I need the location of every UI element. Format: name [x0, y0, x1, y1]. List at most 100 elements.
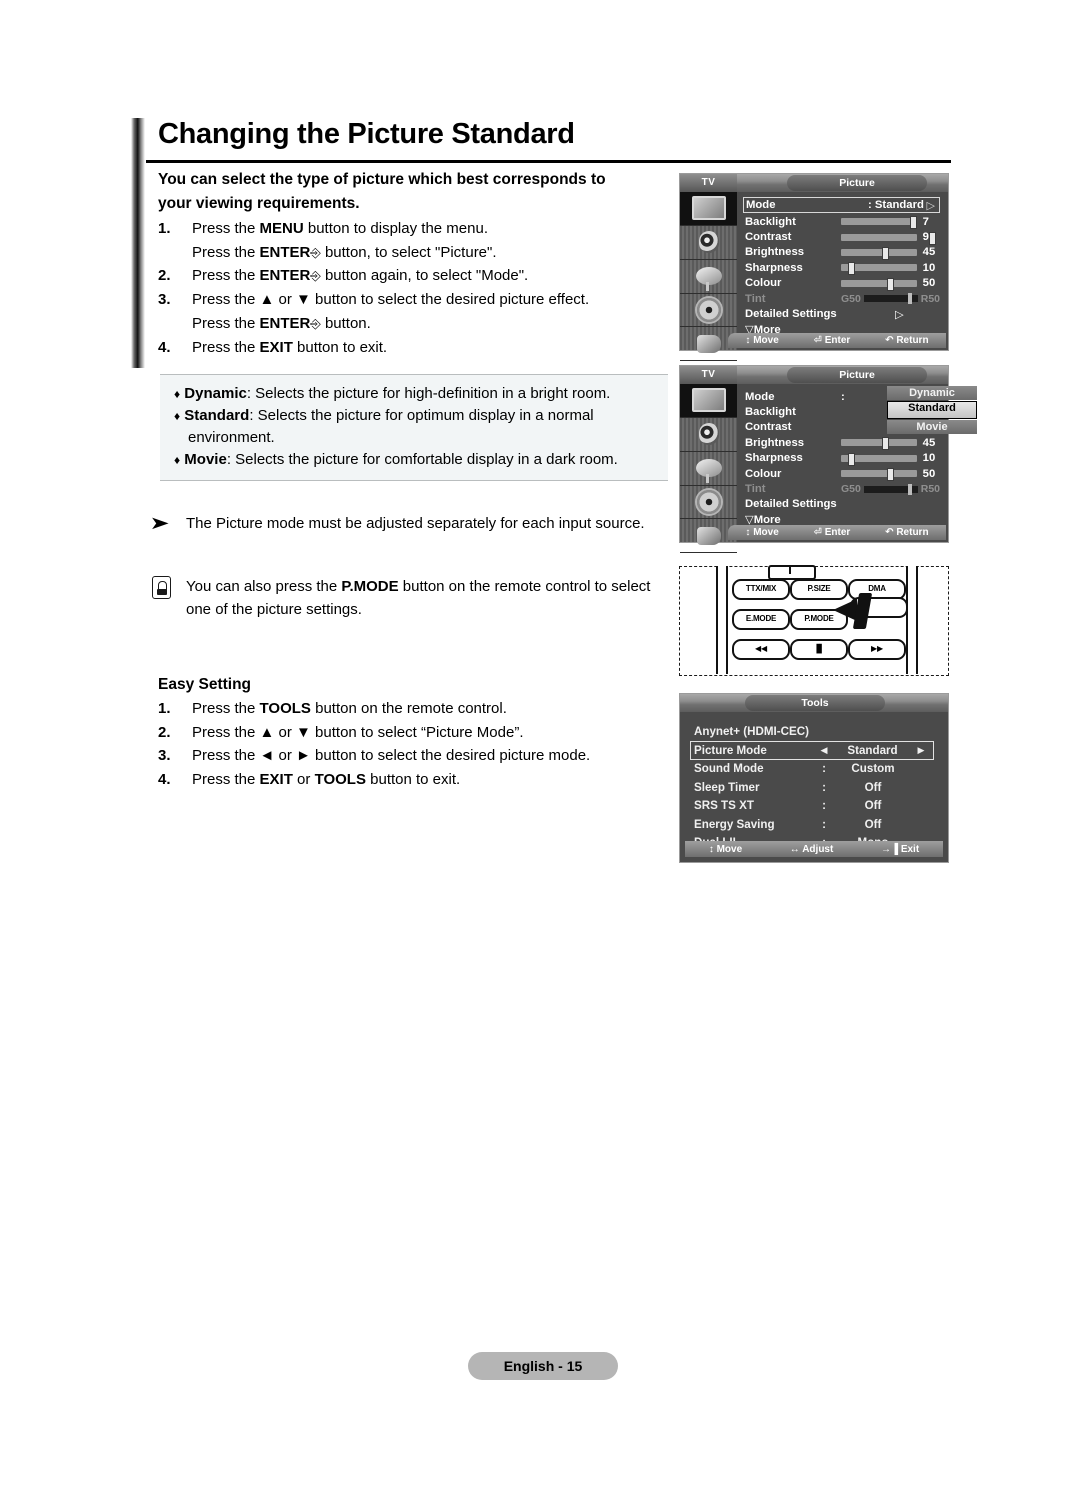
remote-button-fastforward[interactable]: ▶▶	[848, 639, 906, 660]
osd-row-value: 45	[922, 436, 936, 449]
remote-control-diagram: TTX/MIX P.SIZE DMA E.MODE P.MODE ◀◀ ▐▌ ▶…	[679, 565, 949, 676]
step-number: 4.	[158, 338, 171, 356]
osd-picture-menu-2: TV Picture Mode : Backlight Contrast Bri…	[679, 365, 977, 554]
osd-row-value: 45	[922, 246, 936, 259]
footer-move: ↕ Move	[745, 527, 779, 538]
slider-brightness[interactable]	[841, 246, 917, 260]
note-text: The Picture mode must be adjusted separa…	[186, 515, 645, 532]
picture-icon	[691, 196, 726, 221]
osd-row-brightness[interactable]: Brightness 45	[745, 245, 940, 260]
chevron-right-icon[interactable]: ►	[909, 744, 933, 757]
tools-row-separator: :	[822, 780, 826, 794]
slider-sharpness[interactable]	[841, 262, 917, 276]
remote-button-pause[interactable]: ▐▌	[790, 639, 848, 660]
step-text: Press the ▲ or ▼ button to select “Pictu…	[192, 723, 524, 741]
osd-row-brightness[interactable]: Brightness 45	[745, 435, 940, 451]
tools-row-picture-mode[interactable]: Picture Mode ◄ Standard ►	[690, 740, 934, 760]
step-item: 2. Press the ENTER⎆ button again, to sel…	[158, 264, 668, 288]
remote-button-psize[interactable]: P.SIZE	[790, 579, 848, 600]
slider-backlight[interactable]	[841, 216, 917, 230]
step-text: Press the EXIT or TOOLS button to exit.	[192, 771, 461, 789]
osd-title: Picture	[787, 175, 927, 191]
osd-sidebar-item-picture[interactable]	[680, 384, 737, 418]
tools-row-sleep-timer[interactable]: Sleep Timer : Off	[694, 778, 934, 797]
osd-row-detailed-settings[interactable]: Detailed Settings	[745, 497, 940, 512]
mode-dropdown[interactable]: Dynamic Standard Movie	[887, 386, 977, 435]
osd-sidebar-item-sound[interactable]	[680, 418, 737, 452]
step-item: 4. Press the EXIT button to exit.	[158, 336, 668, 360]
easy-step-item: 1. Press the TOOLS button on the remote …	[158, 697, 670, 721]
remote-button-emode[interactable]: E.MODE	[732, 609, 790, 630]
osd-sidebar-item-channel[interactable]	[680, 260, 737, 294]
osd-row-mode[interactable]: Mode : Standard ▷	[743, 197, 940, 213]
osd-row-label: Tint	[745, 483, 766, 496]
osd-row-value: :	[841, 390, 845, 403]
osd-body: Anynet+ (HDMI-CEC) Picture Mode ◄ Standa…	[680, 712, 948, 862]
step-text: Press the ▲ or ▼ button to select the de…	[192, 291, 590, 309]
osd-sidebar-item-channel[interactable]	[680, 452, 737, 486]
osd-row-label: Tint	[745, 292, 766, 305]
mode-desc: : Selects the picture for comfortable di…	[226, 450, 618, 468]
tools-row-srs-ts-xt[interactable]: SRS TS XT : Off	[694, 797, 934, 816]
tools-row-value: Off	[864, 799, 882, 813]
step-number: 2.	[158, 267, 171, 285]
slider-brightness[interactable]	[841, 437, 917, 451]
osd-row-label: Brightness	[745, 246, 805, 259]
osd-row-backlight[interactable]: Backlight 7	[745, 214, 940, 230]
setup-icon	[696, 490, 721, 514]
slider-colour[interactable]	[841, 468, 917, 482]
arrow-note-icon: ➤	[149, 513, 170, 533]
osd-row-colour[interactable]: Colour 50	[745, 276, 940, 291]
osd-sidebar-item-picture[interactable]	[680, 192, 737, 226]
osd-footer-bar: ↕ Move ⏎ Enter ↶ Return	[728, 333, 946, 348]
tint-left-label: G50	[841, 292, 861, 305]
tools-row-sound-mode[interactable]: Sound Mode : Custom	[694, 760, 934, 779]
easy-setting-section: Easy Setting 1. Press the TOOLS button o…	[158, 676, 670, 792]
osd-row-sharpness[interactable]: Sharpness 10	[745, 451, 940, 466]
osd-row-value: 50	[922, 467, 936, 480]
chevron-left-icon[interactable]: ◄	[812, 744, 836, 757]
osd-row-detailed-settings[interactable]: Detailed Settings ▷	[745, 306, 940, 321]
step-subtext: Press the ENTER⎆ button, to select "Pict…	[192, 243, 497, 261]
footer-adjust: ↔ Adjust	[789, 843, 834, 855]
dropdown-option-movie[interactable]: Movie	[887, 420, 977, 434]
osd-row-label: Brightness	[745, 436, 805, 449]
step-number: 3.	[158, 291, 171, 309]
osd-rows: Mode : Backlight Contrast 5 Brightness 4…	[737, 384, 977, 542]
osd-row-sharpness[interactable]: Sharpness 10	[745, 260, 940, 276]
osd-sidebar-item-setup[interactable]	[680, 294, 737, 328]
osd-row-label: Backlight	[745, 406, 796, 419]
step-number: 1.	[158, 700, 171, 717]
tools-row-value: Custom	[851, 762, 895, 776]
osd-row-colour[interactable]: Colour 50	[745, 466, 940, 482]
step-item: 1. Press the MENU button to display the …	[158, 217, 668, 241]
easy-step-item: 3. Press the ◄ or ► button to select the…	[158, 744, 670, 768]
step-text: Press the MENU button to display the men…	[192, 220, 488, 238]
slider-contrast[interactable]	[841, 231, 936, 245]
mode-name: Movie	[184, 450, 227, 468]
slider-colour[interactable]	[841, 277, 917, 291]
dropdown-option-dynamic[interactable]: Dynamic	[887, 386, 977, 400]
osd-sidebar-item-setup[interactable]	[680, 486, 737, 520]
chevron-right-icon: ▷	[895, 308, 904, 321]
tools-row-anynet[interactable]: Anynet+ (HDMI-CEC)	[694, 722, 934, 741]
osd-row-contrast[interactable]: Contrast 95	[745, 229, 940, 245]
manual-page: Changing the Picture Standard You can se…	[0, 0, 1080, 1486]
remote-body-edge-left	[716, 566, 728, 674]
tools-row-label: Energy Saving	[694, 817, 775, 831]
osd-footer-bar: ↕ Move ⏎ Enter ↶ Return	[728, 525, 946, 540]
tools-row-energy-saving[interactable]: Energy Saving : Off	[694, 815, 934, 834]
dropdown-option-standard[interactable]: Standard	[887, 401, 977, 419]
intro-line-2: your viewing requirements.	[158, 194, 360, 212]
osd-title: Tools	[745, 695, 885, 711]
remote-button-ttxmix[interactable]: TTX/MIX	[732, 579, 790, 600]
remote-button-rewind[interactable]: ◀◀	[732, 639, 790, 660]
slider-tint[interactable]	[863, 293, 918, 305]
osd-row-label: Detailed Settings	[745, 498, 837, 511]
slider-tint[interactable]	[863, 483, 918, 495]
osd-header: TV Picture	[680, 174, 948, 192]
step-text: Press the ENTER⎆ button again, to select…	[192, 267, 529, 285]
slider-sharpness[interactable]	[841, 452, 917, 466]
osd-sidebar-item-sound[interactable]	[680, 226, 737, 260]
footer-move: ↕ Move	[745, 335, 779, 346]
